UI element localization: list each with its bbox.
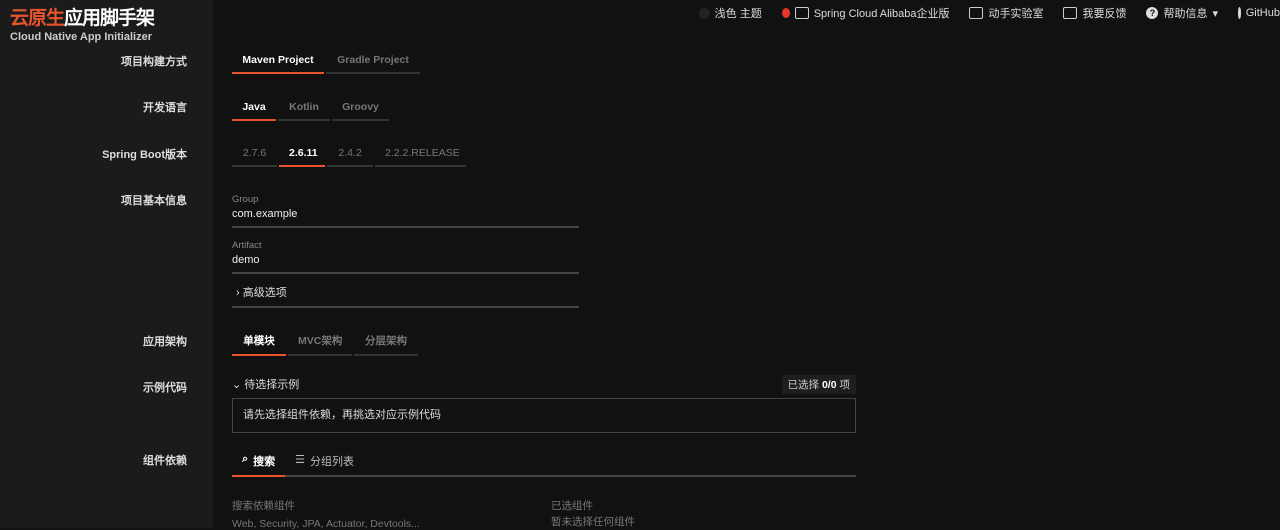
deps-tabs: ⌕ 搜索 ☰ 分组列表 [232,453,856,477]
language-label: 开发语言 [143,102,187,114]
search-deps-input[interactable]: Web, Security, JPA, Actuator, Devtools..… [232,518,420,530]
option-maven[interactable]: Maven Project [232,54,324,74]
help-label: 帮助信息 [1163,8,1208,20]
example-hint: 请先选择组件依赖，再挑选对应示例代码 [232,398,856,433]
feedback-label: 我要反馈 [1082,8,1127,20]
fire-icon [781,8,790,18]
option-mvc[interactable]: MVC架构 [288,333,352,356]
option-groovy[interactable]: Groovy [332,101,389,121]
book-icon [794,7,809,19]
group-input[interactable]: com.example [232,208,579,220]
github-link[interactable]: GitHub [1238,7,1280,19]
help-menu[interactable]: ? 帮助信息 ▾ [1146,5,1218,21]
comment-icon [1063,7,1078,19]
list-icon: ☰ [295,454,306,466]
logo[interactable]: 云原生应用脚手架 Cloud Native App Initializer [10,3,155,43]
artifact-field[interactable]: Artifact demo [232,240,579,274]
advanced-options-toggle[interactable]: › 高级选项 [232,284,579,308]
option-java[interactable]: Java [232,101,276,121]
group-label: Group [232,194,259,205]
brand-accent: 云原生 [10,8,65,29]
tab-group-list[interactable]: ☰ 分组列表 [285,453,364,475]
chevron-right-icon: › [236,287,243,299]
sidebar [0,0,213,528]
search-icon: ⌕ [242,453,249,465]
alibaba-label: Spring Cloud Alibaba企业版 [813,8,950,20]
alibaba-link[interactable]: Spring Cloud Alibaba企业版 [781,5,950,21]
option-gradle[interactable]: Gradle Project [326,54,420,74]
selected-deps-label: 已选组件 [551,500,593,512]
option-boot-2611[interactable]: 2.6.11 [279,147,325,167]
lab-label: 动手实验室 [988,8,1044,20]
artifact-label: Artifact [232,240,262,251]
lab-link[interactable]: 动手实验室 [969,5,1043,21]
example-panel: ⌄ 待选择示例 已选择 0/0 项 请先选择组件依赖，再挑选对应示例代码 [232,374,856,433]
option-kotlin[interactable]: Kotlin [278,101,330,121]
boot-label: Spring Boot版本 [102,149,187,161]
chevron-down-icon: ⌄ [232,379,245,391]
option-boot-2222[interactable]: 2.2.2.RELEASE [375,147,466,167]
theme-toggle[interactable]: 浅色 主题 [698,5,762,21]
example-toggle[interactable]: ⌄ 待选择示例 [232,376,299,392]
option-single-module[interactable]: 单模块 [232,333,286,356]
github-label: GitHub [1245,7,1280,19]
option-layered[interactable]: 分层架构 [354,333,418,356]
brand-subtitle: Cloud Native App Initializer [10,31,152,43]
book-icon [969,7,984,19]
github-icon [1238,7,1241,19]
caret-down-icon: ▾ [1212,7,1218,20]
option-boot-276[interactable]: 2.7.6 [232,147,277,167]
deps-label: 组件依赖 [143,455,187,467]
tab-search[interactable]: ⌕ 搜索 [232,453,286,477]
arch-label: 应用架构 [143,336,187,348]
advanced-label: 高级选项 [242,287,287,299]
build-label: 项目构建方式 [121,56,187,68]
example-header: 待选择示例 [244,379,300,391]
theme-icon [698,7,710,19]
top-nav: 浅色 主题 Spring Cloud Alibaba企业版 动手实验室 我要反馈… [698,0,1280,26]
brand-rest: 应用脚手架 [64,8,155,29]
info-label: 项目基本信息 [121,195,187,207]
search-deps-label: 搜索依赖组件 [232,500,295,512]
question-icon: ? [1146,7,1159,19]
feedback-link[interactable]: 我要反馈 [1063,5,1126,21]
selected-deps-empty: 暂未选择任何组件 [551,516,635,528]
example-label: 示例代码 [143,382,187,394]
artifact-input[interactable]: demo [232,254,579,266]
group-field[interactable]: Group com.example [232,194,579,228]
example-count-badge: 已选择 0/0 项 [781,374,856,394]
theme-label: 浅色 主题 [714,8,762,20]
option-boot-242[interactable]: 2.4.2 [327,147,373,167]
